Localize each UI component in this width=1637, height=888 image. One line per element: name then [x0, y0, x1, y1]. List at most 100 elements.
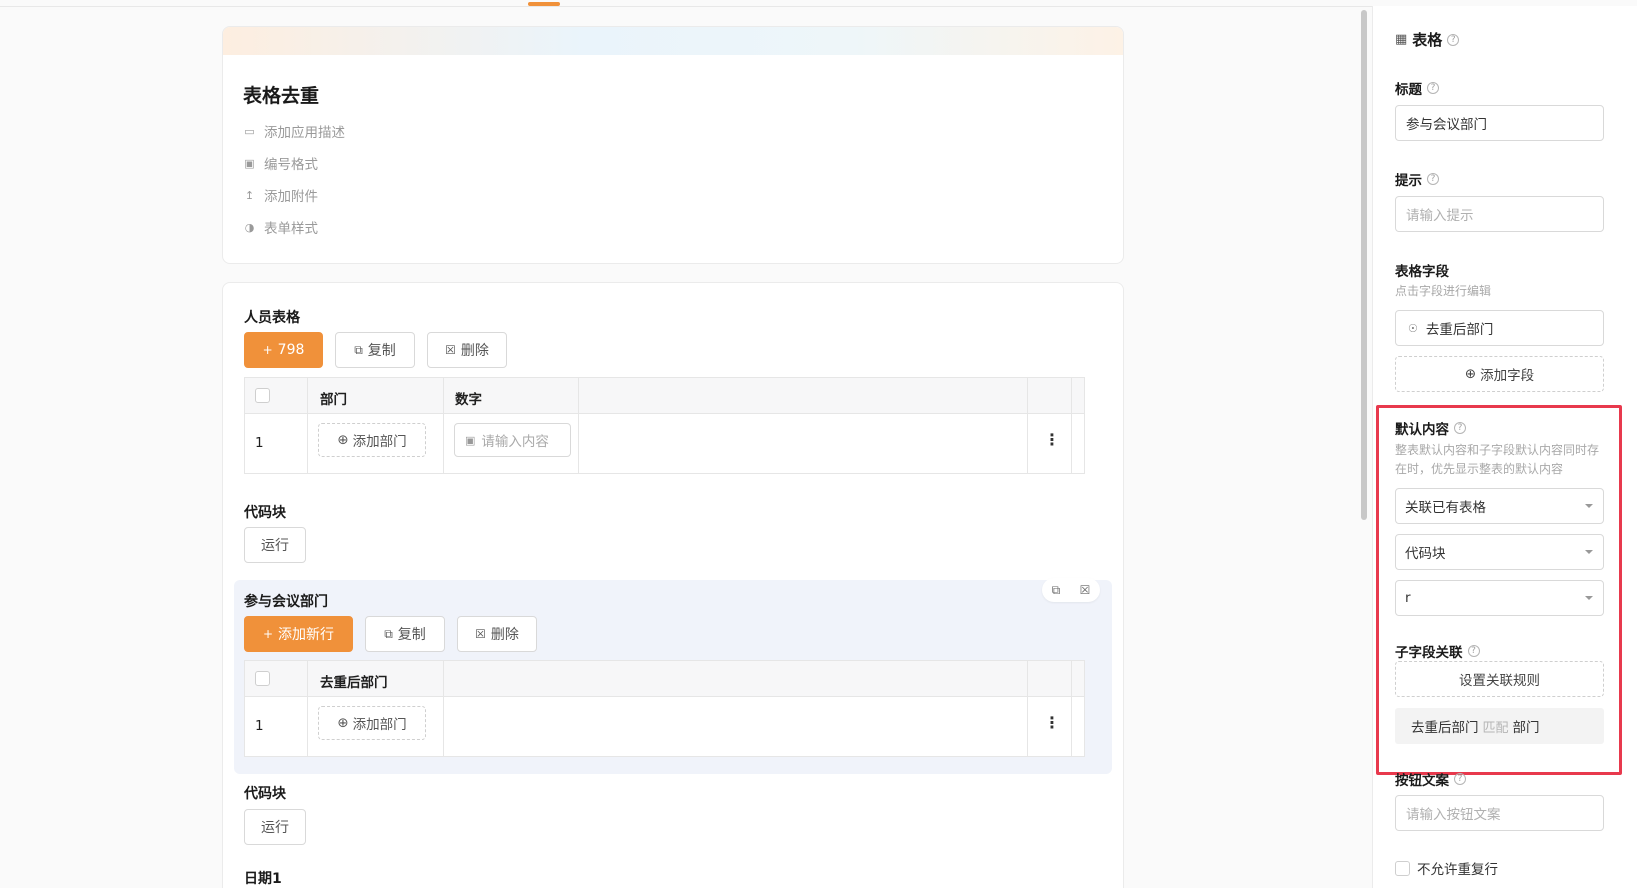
table1-grid: 部门 数字 1 ⊕ 添加部门 ▣ 请输入内容 ⋮ [244, 377, 1085, 474]
add-field-button[interactable]: ⊕ 添加字段 [1395, 356, 1604, 392]
table2-select-all-checkbox[interactable] [255, 671, 270, 686]
fields-hint: 点击字段进行编辑 [1395, 284, 1492, 298]
table2-title: 参与会议部门 [244, 594, 328, 610]
trash-icon[interactable]: ☒ [1080, 583, 1091, 597]
table1-title: 人员表格 [244, 310, 300, 326]
set-rule-button[interactable]: 设置关联规则 [1395, 661, 1604, 697]
plus-icon: + [262, 343, 273, 357]
chevron-down-icon [1585, 504, 1593, 508]
table2-delete-button[interactable]: ☒ 删除 [457, 616, 537, 652]
table1-select-all-checkbox[interactable] [255, 388, 270, 403]
copy-icon: ⧉ [354, 342, 363, 357]
hint-label: 提示 ? [1395, 169, 1439, 189]
help-icon[interactable]: ? [1427, 82, 1439, 94]
table2-add-label: 添加新行 [278, 627, 335, 643]
set-rule-label: 设置关联规则 [1459, 673, 1540, 689]
table2-add-dept-button[interactable]: ⊕ 添加部门 [318, 706, 426, 740]
table1-delete-label: 删除 [460, 343, 489, 359]
table2-copy-button[interactable]: ⧉ 复制 [365, 616, 445, 652]
hint-label-text: 提示 [1395, 173, 1422, 189]
plus-icon: + [262, 627, 274, 641]
table1-add-dept-label: 添加部门 [352, 434, 407, 450]
add-description-label: 添加应用描述 [264, 125, 345, 141]
hint-input[interactable]: 请输入提示 [1395, 196, 1604, 232]
panel-header: ▦ 表格 ? [1395, 29, 1460, 50]
form-style-link[interactable]: ◑ 表单样式 [243, 217, 318, 238]
code1-run-label: 运行 [261, 538, 289, 554]
form-header-card: 表格去重 ▭ 添加应用描述 ▣ 编号格式 ↥ 添加附件 ◑ 表单样式 [222, 26, 1124, 264]
button-text-input[interactable]: 请输入按钮文案 [1395, 795, 1604, 831]
title-label-text: 标题 [1395, 82, 1422, 98]
table1-col-dept: 部门 [320, 392, 347, 408]
field-item-label: 去重后部门 [1425, 322, 1494, 338]
table2-add-dept-label: 添加部门 [352, 717, 407, 733]
number-format-label: 编号格式 [264, 157, 318, 173]
no-duplicate-checkbox[interactable] [1395, 860, 1410, 876]
add-attachment-label: 添加附件 [264, 189, 318, 205]
number-format-link[interactable]: ▣ 编号格式 [243, 153, 318, 174]
trash-icon: ☒ [475, 627, 486, 641]
canvas-scrollbar[interactable] [1361, 10, 1367, 520]
field-item-dedup-dept[interactable]: ☉ 去重后部门 [1395, 310, 1604, 346]
panel-header-label: 表格 [1412, 31, 1443, 49]
plus-circle-icon: ⊕ [337, 715, 349, 731]
linked-field-value: r [1405, 590, 1411, 606]
help-icon[interactable]: ? [1447, 33, 1460, 46]
code1-title: 代码块 [244, 505, 286, 521]
header-banner [223, 27, 1123, 55]
link-rule[interactable]: 去重后部门 匹配 部门 [1395, 708, 1604, 744]
table1-header-row [245, 378, 1084, 414]
help-icon[interactable]: ? [1454, 773, 1466, 785]
fields-label: 表格字段 [1395, 264, 1449, 280]
copy-icon[interactable]: ⧉ [1052, 583, 1061, 598]
form-title[interactable]: 表格去重 [243, 81, 319, 108]
code2-run-label: 运行 [261, 820, 289, 836]
default-content-label-text: 默认内容 [1395, 422, 1449, 438]
table1-row-more-icon[interactable]: ⋮ [1044, 430, 1060, 449]
rule-right-field: 部门 [1512, 720, 1540, 736]
number-icon: ▣ [465, 433, 476, 447]
table-icon: ▦ [1395, 32, 1408, 47]
code1-run-button[interactable]: 运行 [244, 527, 306, 563]
title-input[interactable]: 参与会议部门 [1395, 105, 1604, 141]
trash-icon: ☒ [445, 343, 456, 357]
table2-delete-label: 删除 [490, 627, 519, 643]
add-description-link[interactable]: ▭ 添加应用描述 [243, 121, 345, 142]
copy-icon: ⧉ [384, 626, 393, 641]
add-field-label: 添加字段 [1480, 368, 1535, 384]
sub-link-label-text: 子字段关联 [1395, 645, 1463, 661]
default-content-hint: 整表默认内容和子字段默认内容同时存在时，优先显示整表的默认内容 [1395, 443, 1600, 476]
linked-table-select[interactable]: 代码块 [1395, 534, 1604, 570]
help-icon[interactable]: ? [1454, 422, 1466, 434]
sub-link-label: 子字段关联 ? [1395, 641, 1480, 661]
table1-add-dept-button[interactable]: ⊕ 添加部门 [318, 423, 426, 457]
palette-icon: ◑ [244, 220, 255, 234]
table2-add-row-button[interactable]: + 添加新行 [244, 616, 353, 652]
linked-field-select[interactable]: r [1395, 580, 1604, 616]
rule-match-label: 匹配 [1482, 720, 1509, 736]
table2-row-index: 1 [255, 718, 264, 734]
code2-run-button[interactable]: 运行 [244, 809, 306, 845]
linked-table-value: 代码块 [1405, 546, 1446, 562]
table2-toolbar: ⧉ ☒ [1042, 578, 1100, 602]
table1-number-placeholder: 请输入内容 [481, 434, 549, 450]
table1-add-button[interactable]: + 798 [244, 332, 323, 368]
table2-col-dedup-dept: 去重后部门 [320, 675, 388, 691]
default-source-select[interactable]: 关联已有表格 [1395, 488, 1604, 524]
help-icon[interactable]: ? [1427, 173, 1439, 185]
org-icon: ☉ [1408, 321, 1418, 335]
date1-title: 日期1 [244, 871, 282, 887]
comment-icon: ▭ [244, 124, 255, 138]
table2-grid: 去重后部门 1 ⊕ 添加部门 ⋮ [244, 660, 1085, 757]
help-icon[interactable]: ? [1467, 645, 1480, 657]
add-attachment-link[interactable]: ↥ 添加附件 [243, 185, 318, 206]
table2-row-more-icon[interactable]: ⋮ [1044, 713, 1060, 732]
table1-delete-button[interactable]: ☒ 删除 [427, 332, 507, 368]
code2-title: 代码块 [244, 786, 286, 802]
no-duplicate-row-option[interactable]: 不允许重复行 [1395, 858, 1498, 878]
table1-number-input[interactable]: ▣ 请输入内容 [454, 423, 571, 457]
button-text-label: 按钮文案 ? [1395, 769, 1466, 789]
table1-copy-button[interactable]: ⧉ 复制 [335, 332, 415, 368]
form-style-label: 表单样式 [264, 221, 318, 237]
default-source-value: 关联已有表格 [1405, 500, 1486, 516]
